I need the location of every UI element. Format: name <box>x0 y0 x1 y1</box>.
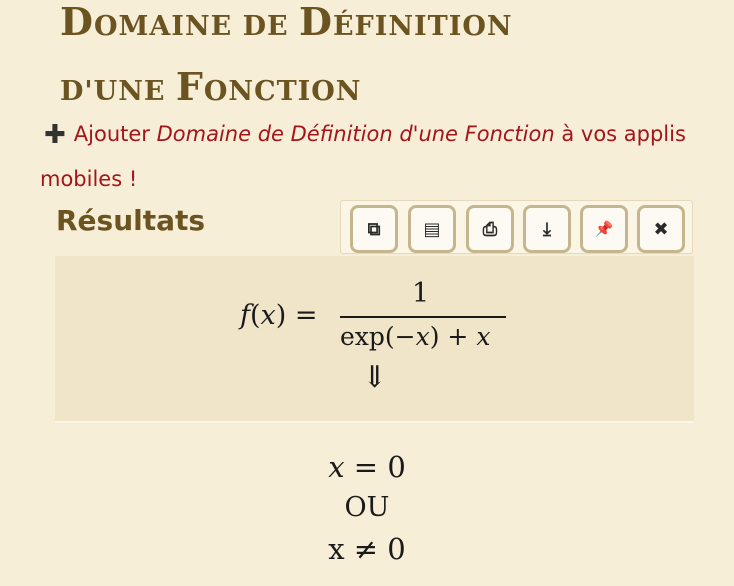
result-text: = 0 <box>344 450 406 484</box>
variable: x <box>328 450 345 484</box>
page-title: DOMAINE DE DÉFINITION D'UNE FONCTION <box>60 0 513 122</box>
title-text: D'UNE <box>60 76 176 107</box>
promo-prefix: Ajouter <box>73 122 157 146</box>
result-line-1: x = 0 <box>0 450 734 484</box>
download-icon: ⤓ <box>543 218 551 240</box>
results-toolbar: ⧉ ▤ ⎙ ⤓ 📌 ✖ <box>340 200 693 254</box>
result-line-2: OU <box>344 492 390 523</box>
plus-icon: ✚ <box>44 120 66 150</box>
close-button[interactable]: ✖ <box>637 205 685 253</box>
scroll-icon: ▤ <box>423 218 441 240</box>
function-name: f <box>240 300 250 331</box>
variable: x <box>476 322 491 351</box>
title-initial: F <box>175 64 204 109</box>
fraction-numerator: 1 <box>412 278 430 309</box>
title-text: ONCTION <box>203 76 362 107</box>
title-text: ÉFINITION <box>332 11 513 42</box>
implies-arrow: ⇓ <box>362 360 388 395</box>
title-initial: D <box>60 0 94 44</box>
download-button[interactable]: ⤓ <box>523 205 571 253</box>
variable: x <box>415 322 430 351</box>
scroll-button[interactable]: ▤ <box>408 205 456 253</box>
result-line-3: x ≠ 0 <box>328 532 406 566</box>
fraction-bar <box>340 316 506 318</box>
title-initial: D <box>299 0 333 44</box>
title-line-1: DOMAINE DE DÉFINITION <box>60 0 513 57</box>
formula-lhs: f(x) = <box>240 300 318 331</box>
close-icon: ✖ <box>653 218 669 240</box>
pin-button[interactable]: 📌 <box>580 205 628 253</box>
pin-icon: 📌 <box>594 220 614 238</box>
add-to-mobile-apps-link[interactable]: ✚ Ajouter Domaine de Définition d'une Fon… <box>40 112 700 201</box>
fraction-denominator: exp(−x) + x <box>340 322 490 351</box>
den-part: exp(− <box>340 322 416 351</box>
copy-icon: ⧉ <box>367 218 381 240</box>
print-icon: ⎙ <box>482 218 498 240</box>
copy-button[interactable]: ⧉ <box>350 205 398 253</box>
print-button[interactable]: ⎙ <box>466 205 514 253</box>
title-text: OMAINE DE <box>93 11 299 42</box>
den-part: ) + <box>429 322 477 351</box>
paren: ( <box>250 300 261 331</box>
promo-app-name: Domaine de Définition d'une Fonction <box>156 122 555 146</box>
results-heading: Résultats <box>56 204 206 237</box>
variable: x <box>260 300 276 331</box>
paren-equals: ) = <box>275 300 318 331</box>
